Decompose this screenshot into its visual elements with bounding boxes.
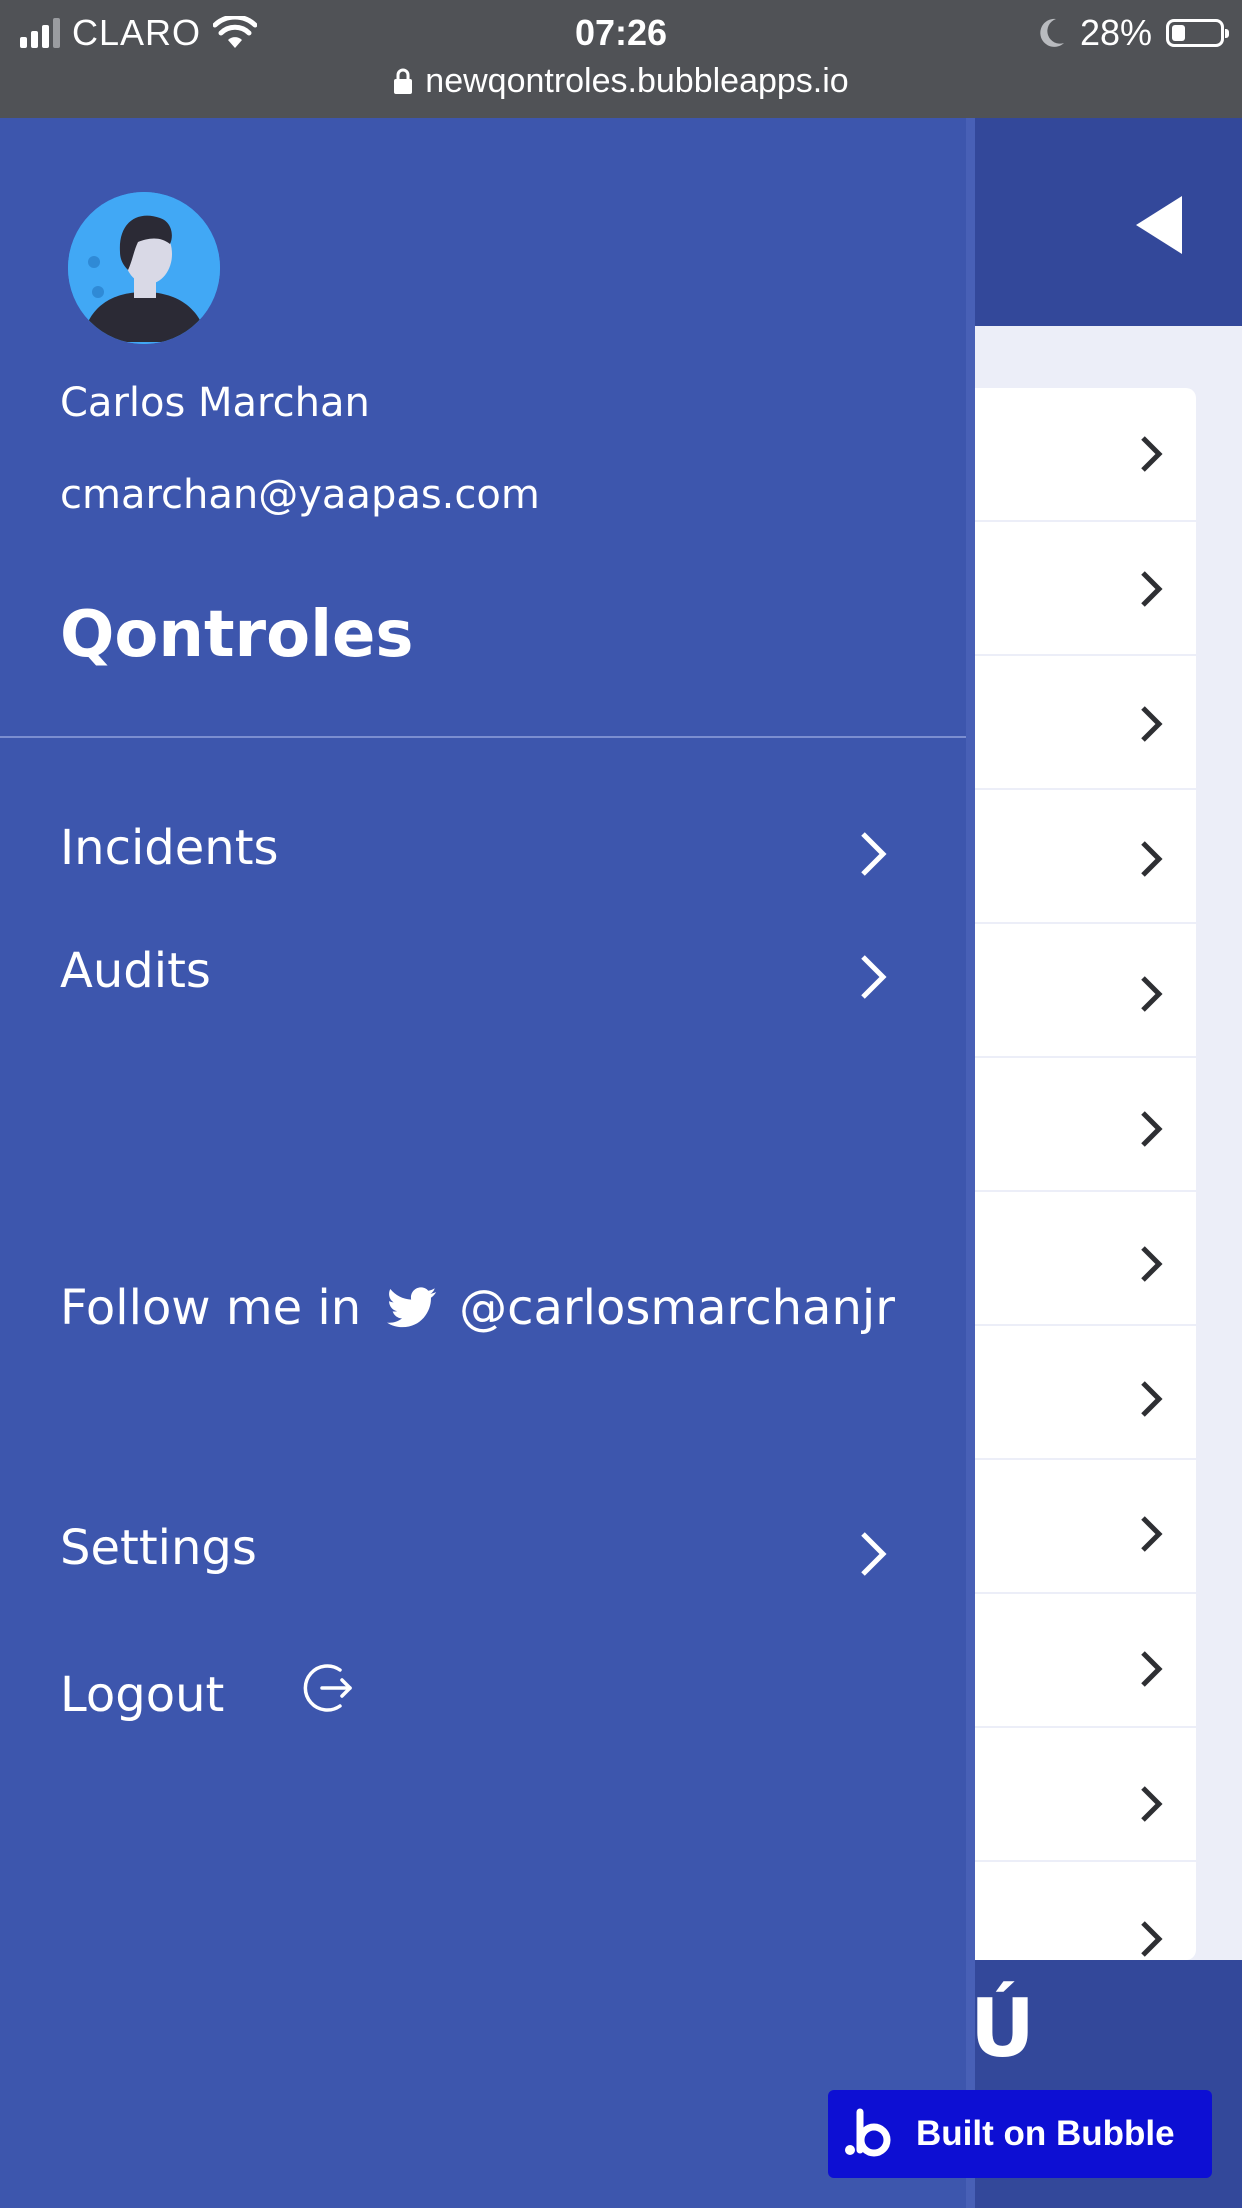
lock-icon: [394, 68, 413, 94]
battery-icon: [1166, 19, 1229, 47]
drawer-edge: [966, 118, 975, 2208]
twitter-icon[interactable]: [387, 1287, 437, 1329]
chevron-right-icon: [1141, 1381, 1163, 1417]
twitter-handle-link[interactable]: @carlosmarchanjr: [459, 1280, 895, 1336]
address-bar[interactable]: newqontroles.bubbleapps.io: [0, 60, 1242, 102]
menu-item-label: Incidents: [60, 820, 279, 876]
user-avatar-icon: [68, 192, 220, 344]
follow-text: Follow me in: [60, 1280, 362, 1336]
logout-icon[interactable]: [302, 1660, 358, 1716]
chevron-right-icon: [1141, 706, 1163, 742]
badge-label: Built on Bubble: [916, 2114, 1175, 2153]
menu-item-label: Logout: [60, 1667, 225, 1723]
menu-item-incidents[interactable]: Incidents: [0, 808, 966, 898]
bubble-logo-icon: [845, 2108, 891, 2157]
chevron-right-icon: [1141, 976, 1163, 1012]
chevron-right-icon: [861, 1532, 887, 1576]
chevron-right-icon: [861, 955, 887, 999]
built-on-bubble-badge[interactable]: Built on Bubble: [828, 2090, 1212, 2178]
do-not-disturb-moon-icon: [1040, 18, 1064, 47]
menu-item-audits[interactable]: Audits: [0, 931, 966, 1021]
user-email: cmarchan@yaapas.com: [60, 472, 540, 518]
follow-row: Follow me in @carlosmarchanjr: [60, 1268, 895, 1348]
side-drawer: Carlos Marchan cmarchan@yaapas.com Qontr…: [0, 118, 975, 2208]
chevron-right-icon: [1141, 1921, 1163, 1957]
menu-item-label: Settings: [60, 1520, 257, 1576]
menu-item-settings[interactable]: Settings: [0, 1508, 966, 1598]
chevron-right-icon: [1141, 436, 1163, 472]
divider: [0, 736, 966, 738]
app-brand-title: Qontroles: [60, 598, 414, 672]
user-name: Carlos Marchan: [60, 380, 370, 426]
chevron-right-icon: [1141, 571, 1163, 607]
status-bar: CLARO 07:26 28% newqontroles.bubbleapps.…: [0, 0, 1242, 118]
chevron-right-icon: [1141, 1651, 1163, 1687]
avatar[interactable]: [68, 192, 220, 344]
menu-item-label: Audits: [60, 943, 211, 999]
chevron-right-icon: [1141, 1516, 1163, 1552]
url-text: newqontroles.bubbleapps.io: [425, 61, 849, 100]
footer-title: Ú: [970, 1982, 1035, 2075]
battery-percent: 28%: [1079, 12, 1152, 53]
chevron-right-icon: [1141, 1786, 1163, 1822]
chevron-right-icon: [861, 832, 887, 876]
back-arrow-icon[interactable]: [1128, 190, 1188, 260]
chevron-right-icon: [1141, 841, 1163, 877]
menu-item-logout[interactable]: Logout: [0, 1655, 966, 1745]
chevron-right-icon: [1141, 1111, 1163, 1147]
chevron-right-icon: [1141, 1246, 1163, 1282]
